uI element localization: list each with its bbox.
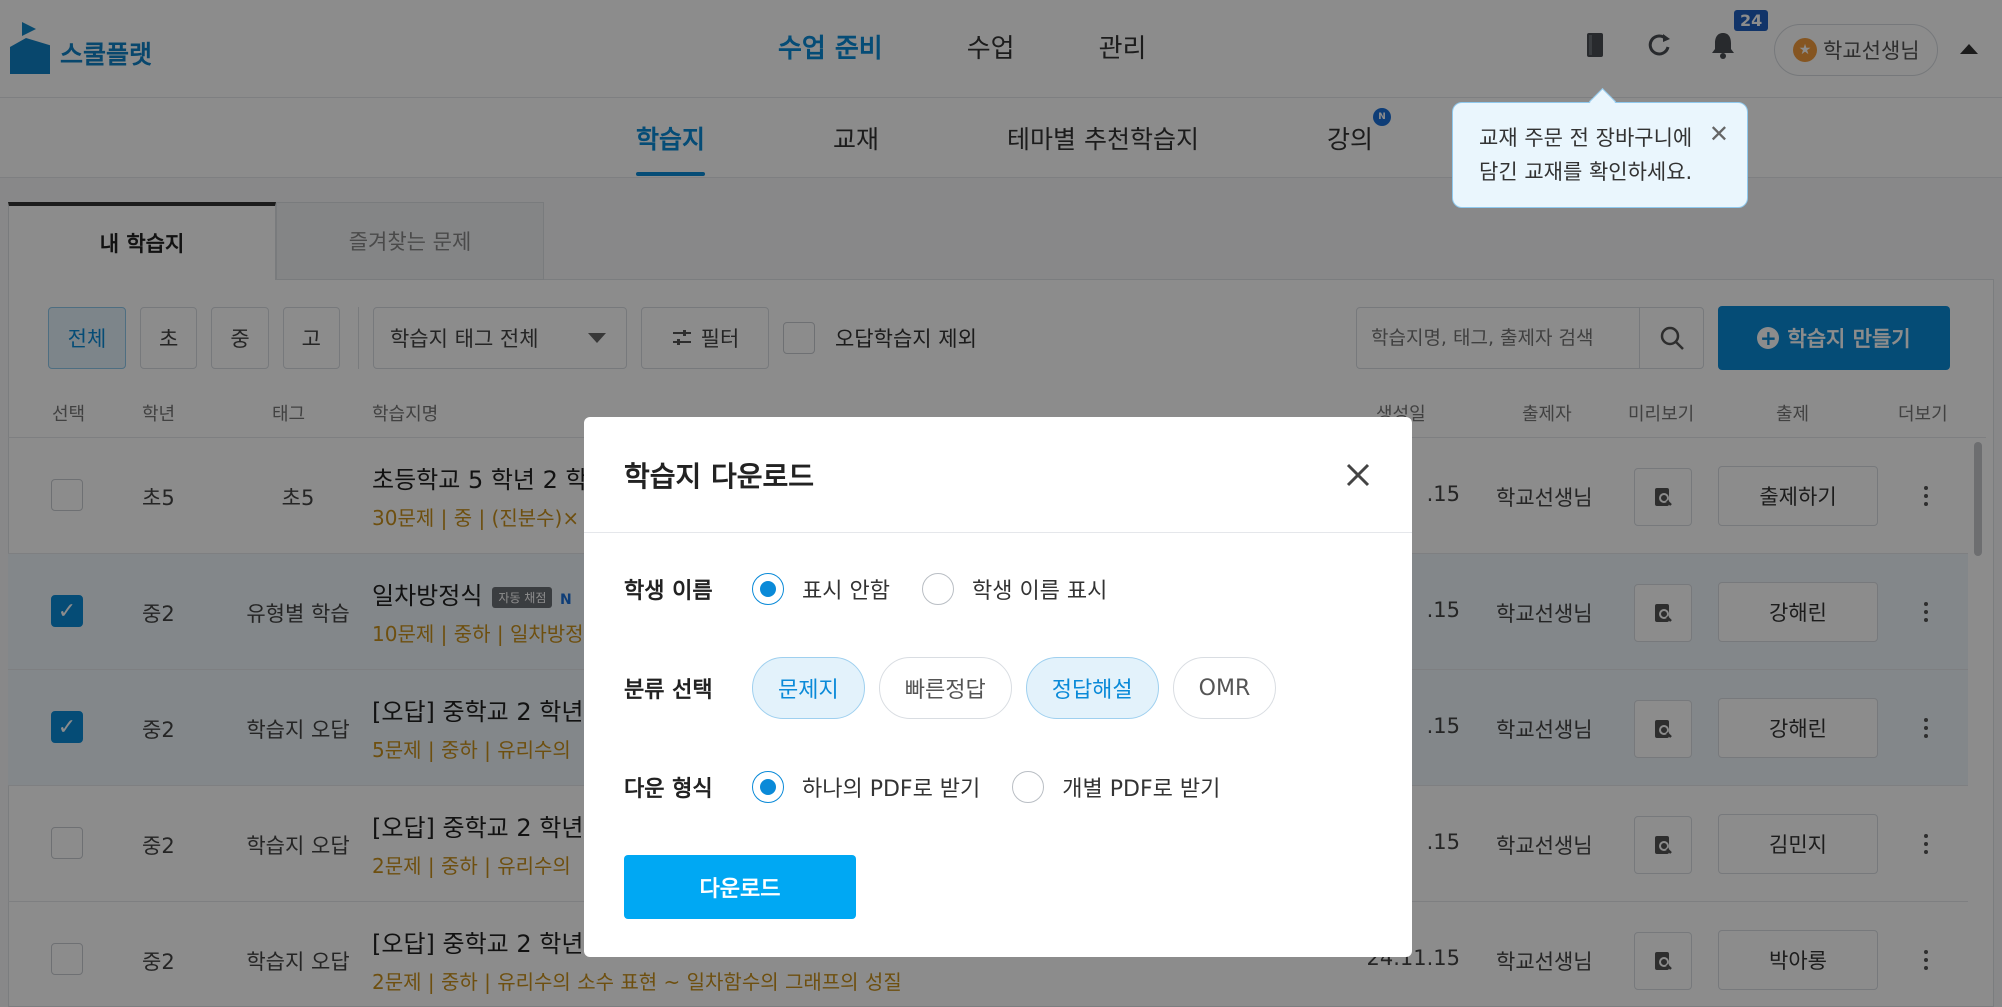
radio-separate-pdf-label: 개별 PDF로 받기 xyxy=(1062,777,1221,802)
chip-omr[interactable]: OMR xyxy=(1172,657,1277,719)
chip-quick-answer[interactable]: 빠른정답 xyxy=(878,657,1012,719)
modal-title: 학습지 다운로드 xyxy=(624,460,815,493)
download-modal: 학습지 다운로드 학생 이름 표시 안함 학생 이름 표시 분류 선택 문제지 … xyxy=(584,417,1412,957)
tooltip-close-icon[interactable]: ✕ xyxy=(1709,117,1729,151)
tooltip-line-1: 교재 주문 전 장바구니에 xyxy=(1479,126,1693,150)
category-label: 분류 선택 xyxy=(624,678,713,703)
tooltip-line-2: 담긴 교재를 확인하세요. xyxy=(1479,160,1693,184)
radio-separate-pdf[interactable] xyxy=(1012,771,1045,803)
format-row: 다운 형식 하나의 PDF로 받기 개별 PDF로 받기 xyxy=(624,771,1252,803)
format-label: 다운 형식 xyxy=(624,777,713,802)
radio-single-pdf-label: 하나의 PDF로 받기 xyxy=(802,777,981,802)
radio-single-pdf[interactable] xyxy=(752,771,784,803)
category-row: 분류 선택 문제지 빠른정답 정답해설 OMR xyxy=(624,657,1290,719)
download-button[interactable]: 다운로드 xyxy=(624,855,856,919)
student-name-row: 학생 이름 표시 안함 학생 이름 표시 xyxy=(624,573,1139,605)
cart-tooltip: 교재 주문 전 장바구니에 담긴 교재를 확인하세요. ✕ xyxy=(1452,102,1748,208)
radio-show-name[interactable] xyxy=(921,573,954,605)
close-icon[interactable] xyxy=(1340,457,1376,493)
chip-answer-explanation[interactable]: 정답해설 xyxy=(1025,657,1159,719)
modal-header: 학습지 다운로드 xyxy=(584,417,1412,533)
chip-problem-sheet[interactable]: 문제지 xyxy=(752,657,865,719)
student-name-label: 학생 이름 xyxy=(624,579,713,604)
radio-hide-name[interactable] xyxy=(752,573,784,605)
radio-hide-name-label: 표시 안함 xyxy=(802,579,890,604)
radio-show-name-label: 학생 이름 표시 xyxy=(971,579,1108,604)
